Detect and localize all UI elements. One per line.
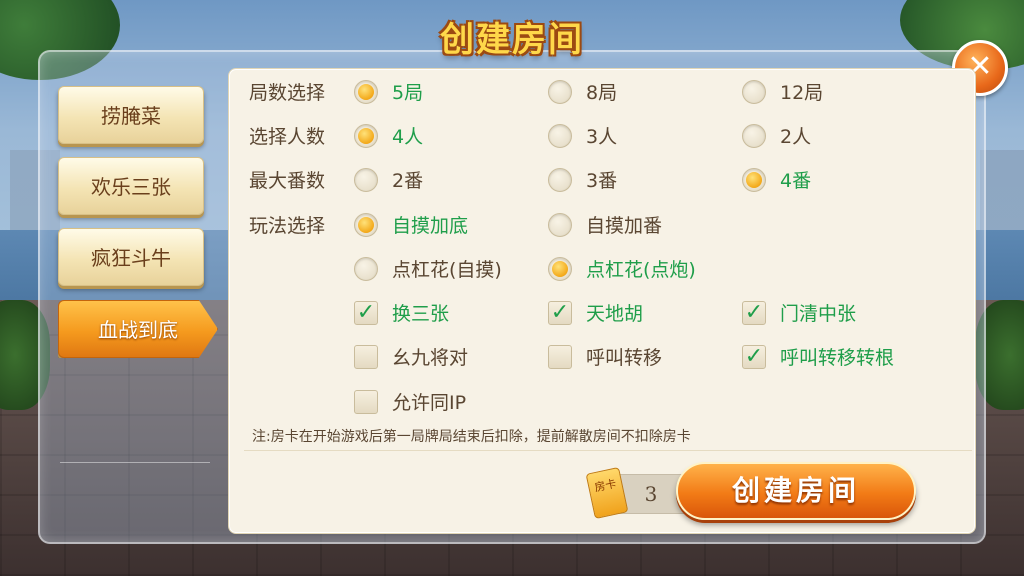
radio-selected-icon — [354, 79, 378, 104]
option-label: 呼叫转移转根 — [780, 347, 895, 369]
players-option-2[interactable]: 2人 — [742, 122, 811, 149]
max-fan-option-2[interactable]: 2番 — [354, 166, 423, 193]
option-label: 幺九将对 — [392, 347, 469, 369]
radio-icon — [548, 167, 572, 192]
option-label: 3人 — [586, 126, 618, 148]
check-hujiao-zhuanyi-zhuangen[interactable]: ✓ 呼叫转移转根 — [742, 343, 894, 370]
check-tiandihu[interactable]: ✓ 天地胡 — [548, 299, 643, 326]
radio-icon — [742, 79, 766, 104]
radio-icon — [354, 167, 378, 192]
option-label: 2人 — [780, 126, 812, 148]
check-hujiao-zhuanyi[interactable]: 呼叫转移 — [548, 343, 662, 370]
tab-fengkuang-douniu[interactable]: 疯狂斗牛 — [58, 228, 204, 286]
radio-selected-icon — [354, 212, 378, 237]
max-fan-option-4[interactable]: 4番 — [742, 166, 811, 193]
room-card-note: 注:房卡在开始游戏后第一局牌局结束后扣除，提前解散房间不扣除房卡 — [252, 429, 691, 445]
checkmark-icon: ✓ — [742, 344, 766, 369]
max-fan-label: 最大番数 — [249, 170, 326, 192]
radio-icon — [354, 256, 378, 281]
option-label: 12局 — [780, 82, 824, 104]
checkbox-empty-icon — [548, 344, 572, 369]
option-label: 门清中张 — [780, 303, 857, 325]
radio-icon — [742, 123, 766, 148]
radio-selected-icon — [548, 256, 572, 281]
players-option-3[interactable]: 3人 — [548, 122, 617, 149]
play-option-zimo-jiadi[interactable]: 自摸加底 — [354, 211, 468, 238]
tab-huanle-sanzhang[interactable]: 欢乐三张 — [58, 157, 204, 215]
option-label: 4人 — [392, 126, 424, 148]
game-tabs: 捞腌菜 欢乐三张 疯狂斗牛 血战到底 — [52, 70, 218, 470]
option-label: 天地胡 — [586, 303, 644, 325]
option-label: 呼叫转移 — [586, 347, 663, 369]
checkbox-empty-icon — [354, 344, 378, 369]
rounds-label: 局数选择 — [249, 82, 326, 104]
radio-icon — [548, 79, 572, 104]
rounds-option-5[interactable]: 5局 — [354, 78, 423, 105]
checkbox-empty-icon — [354, 389, 378, 414]
checkmark-icon: ✓ — [548, 300, 572, 325]
room-card-count: 3 — [644, 482, 658, 506]
checkmark-icon: ✓ — [742, 300, 766, 325]
radio-selected-icon — [354, 123, 378, 148]
option-label: 点杠花(自摸) — [392, 259, 502, 281]
option-label: 允许同IP — [392, 392, 467, 414]
rounds-option-12[interactable]: 12局 — [742, 78, 823, 105]
panel-title: 创建房间 — [440, 20, 584, 60]
players-option-4[interactable]: 4人 — [354, 122, 423, 149]
check-yaojiu-jiangdui[interactable]: 幺九将对 — [354, 343, 468, 370]
option-label: 3番 — [586, 170, 618, 192]
play-option-dianganghua-zimo[interactable]: 点杠花(自摸) — [354, 255, 502, 282]
option-label: 5局 — [392, 82, 424, 104]
check-allow-same-ip[interactable]: 允许同IP — [354, 388, 466, 415]
radio-icon — [548, 123, 572, 148]
play-style-label: 玩法选择 — [249, 215, 326, 237]
check-menqing-zhongzhang[interactable]: ✓ 门清中张 — [742, 299, 856, 326]
max-fan-option-3[interactable]: 3番 — [548, 166, 617, 193]
option-label: 自摸加番 — [586, 215, 663, 237]
create-room-button[interactable]: 创建房间 — [676, 462, 916, 520]
check-huansanzhang[interactable]: ✓ 换三张 — [354, 299, 449, 326]
option-label: 8局 — [586, 82, 618, 104]
players-label: 选择人数 — [249, 126, 326, 148]
option-label: 4番 — [780, 170, 812, 192]
play-option-dianganghua-dianpao[interactable]: 点杠花(点炮) — [548, 255, 696, 282]
radio-icon — [548, 212, 572, 237]
checkmark-icon: ✓ — [354, 300, 378, 325]
rounds-option-8[interactable]: 8局 — [548, 78, 617, 105]
option-label: 点杠花(点炮) — [586, 259, 696, 281]
tab-xuezhan-daodi[interactable]: 血战到底 — [58, 300, 218, 358]
play-option-zimo-jiafan[interactable]: 自摸加番 — [548, 211, 662, 238]
tab-laoyancai[interactable]: 捞腌菜 — [58, 86, 204, 144]
card-divider — [244, 450, 972, 451]
option-label: 换三张 — [392, 303, 450, 325]
option-label: 自摸加底 — [392, 215, 469, 237]
radio-selected-icon — [742, 167, 766, 192]
tab-divider — [60, 462, 210, 463]
option-label: 2番 — [392, 170, 424, 192]
